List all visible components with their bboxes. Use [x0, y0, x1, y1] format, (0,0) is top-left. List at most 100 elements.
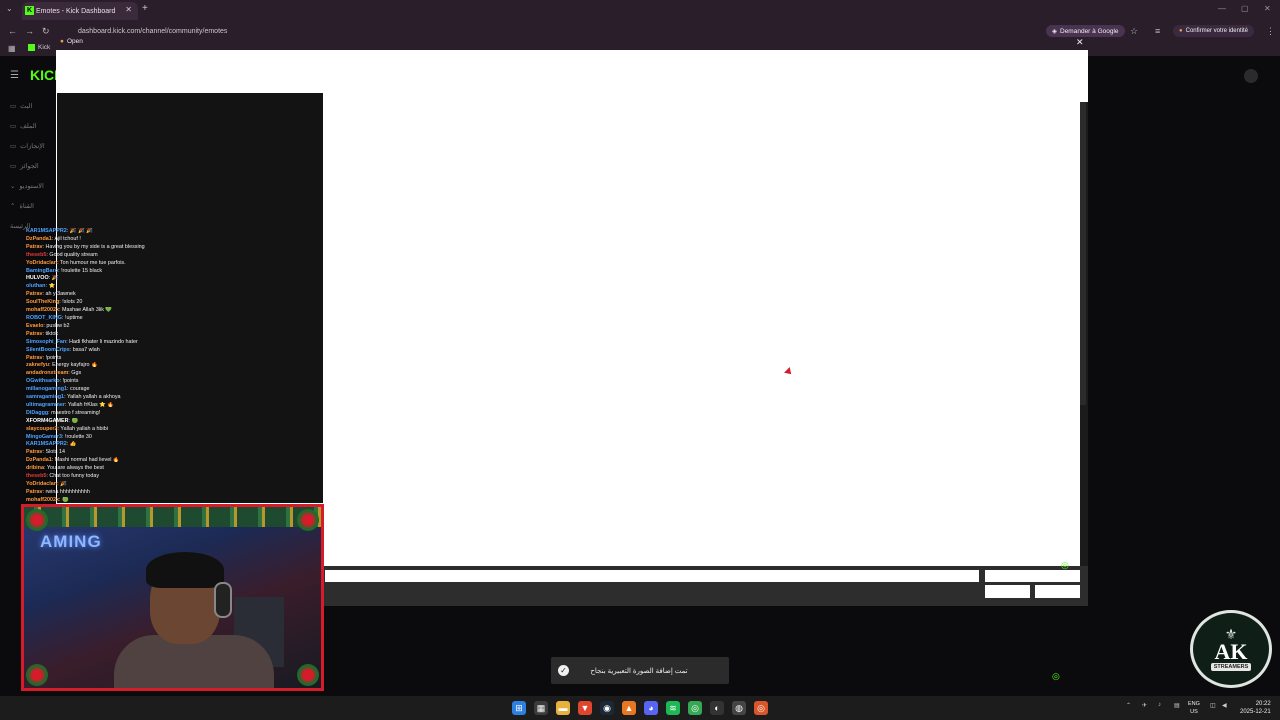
url-field[interactable]: dashboard.kick.com/channel/community/emo… [60, 23, 1140, 39]
chat-message: SilentBoomCrips: bssa7 wlah [26, 347, 326, 355]
chat-username: theseb5 [26, 473, 47, 480]
kick-bookmark-icon [28, 44, 35, 51]
sidebar-item-rewards[interactable]: ▭ الجوائز [10, 162, 39, 170]
logo-subtext: STREAMERS [1210, 663, 1252, 671]
apps-grid-icon[interactable]: ▦ [8, 44, 16, 53]
menu-dots-icon[interactable]: ⋮ [1266, 26, 1275, 37]
sidebar-item-achievements[interactable]: ▭ الإنجازات [10, 142, 45, 150]
microphone-icon[interactable]: ♪ [1158, 702, 1161, 708]
minimize-icon[interactable]: — [1218, 4, 1226, 13]
chat-username: Patrav [26, 449, 43, 456]
logo-text: AK [1214, 639, 1248, 664]
discord-icon[interactable]: ◕ [644, 701, 658, 715]
chat-username: BamingBaro [26, 267, 59, 274]
headphones [214, 582, 232, 618]
stream-chat-overlay: KAR1MSAPPR2: 🎉 🎉 🎉 DzPanda1: Ajil tchouf … [26, 228, 326, 505]
neon-sign: AMING [40, 532, 102, 551]
chat-text: 🎉 [60, 481, 67, 487]
file-explorer-icon[interactable]: ▬ [556, 701, 570, 715]
chat-username: oluthan [26, 283, 46, 290]
ask-google-label: Demander à Google [1060, 27, 1119, 35]
bookmark-kick[interactable]: Kick [28, 44, 50, 51]
chat-text: ah y 3awnek [45, 291, 76, 298]
chat-username: slaycouper2 [26, 425, 58, 432]
ak-streamers-logo: ⚜ AK STREAMERS [1190, 610, 1272, 688]
reading-list-icon[interactable]: ≡ [1155, 26, 1160, 36]
volume-icon[interactable]: ◀ [1222, 702, 1227, 709]
chat-username: Simosophi_Fan [26, 338, 67, 345]
tab-title: Emotes - Kick Dashboard [36, 7, 116, 15]
holly-decoration [26, 509, 48, 531]
system-clock[interactable]: 20:22 2025-12-21 [1240, 700, 1271, 716]
tray-app-icon[interactable]: ▤ [1174, 702, 1180, 709]
obs-icon[interactable]: ◍ [732, 701, 746, 715]
maximize-icon[interactable]: ▢ [1241, 4, 1249, 13]
chat-message: theseb5: Good quality stream [26, 252, 326, 260]
sidebar-item-profile[interactable]: ▭ الملف [10, 122, 37, 130]
dialog-scrollbar-thumb[interactable] [1080, 102, 1086, 405]
calendar-icon[interactable]: ▦ [534, 701, 548, 715]
vlc-icon[interactable]: ▲ [622, 701, 636, 715]
chat-text: Mashae Allah 3lik 💚 [61, 307, 113, 314]
chat-message: Patrav: !points [26, 355, 326, 363]
chat-message: Evaelo: pushw b2 [26, 323, 326, 331]
back-icon[interactable]: ← [8, 26, 17, 36]
cancel-button[interactable] [1035, 585, 1080, 598]
avatar[interactable] [1244, 69, 1258, 83]
tab-close-icon[interactable]: ✕ [125, 5, 132, 14]
chat-text: !points [45, 354, 62, 361]
tab-list-icon[interactable]: ⌄ [6, 4, 13, 13]
chat-message: OGwithsarko: !points [26, 378, 326, 386]
chat-message: HULVOO: 🎉 [26, 275, 326, 283]
chat-text: Hadi fkhater li mazindo hater [69, 338, 138, 345]
bookmark-star-icon[interactable]: ☆ [1130, 26, 1138, 37]
tray-chevron-up-icon[interactable]: ⌃ [1126, 702, 1131, 709]
forward-icon[interactable]: → [25, 26, 34, 36]
chat-text: Slots 14 [45, 449, 65, 456]
reload-icon[interactable]: ↻ [42, 26, 50, 37]
new-tab-icon[interactable]: + [142, 3, 148, 14]
chat-message: BamingBaro: !roulette 15 black [26, 268, 326, 276]
open-button[interactable] [985, 585, 1030, 598]
network-icon[interactable]: ◫ [1210, 702, 1216, 709]
chat-text: maestro f streaming! [51, 409, 101, 416]
chat-message: ROBOT_KING: !uptime [26, 315, 326, 323]
input-language[interactable]: ENG US [1188, 700, 1200, 716]
spotify-icon[interactable]: ≋ [666, 701, 680, 715]
hamburger-menu-icon[interactable]: ☰ [10, 70, 19, 81]
kick-emote-icon: ◎ [1052, 671, 1060, 681]
broadcast-icon: ▭ [10, 103, 17, 110]
chat-username: KAR1MSAPPR2 [26, 228, 67, 234]
chat-message: Patrav: rwina hhhhhhhhhh [26, 489, 326, 497]
tray-icon[interactable]: ✈ [1142, 702, 1147, 709]
tab-emotes[interactable]: K Emotes - Kick Dashboard ✕ [22, 2, 138, 20]
chat-username: mohaff2002x [26, 307, 59, 314]
file-type-select[interactable] [985, 570, 1080, 582]
file-name-input[interactable] [325, 570, 979, 582]
app-icon[interactable]: ◐ [710, 701, 724, 715]
brave-browser-icon[interactable]: ▼ [578, 701, 592, 715]
sidebar-item-broadcast[interactable]: ▭ البث [10, 102, 32, 110]
chat-username: zaknefyu [26, 362, 50, 369]
window-close-icon[interactable]: ✕ [1264, 4, 1271, 13]
chat-username: ROBOT_KING [26, 314, 62, 321]
windows-start-icon[interactable]: ⊞ [512, 701, 526, 715]
gift-icon: ▭ [10, 163, 17, 170]
steam-icon[interactable]: ◉ [600, 701, 614, 715]
sidebar-item-channel[interactable]: ⌃ القناة [10, 202, 34, 210]
sidebar-label: الإنجازات [20, 143, 45, 150]
chat-username: Evaelo [26, 322, 44, 329]
chat-message: dribina: You are always the best [26, 465, 326, 473]
windows-taskbar: ⊞ ▦ ▬ ▼ ◉ ▲ ◕ ≋ ◎ ◐ ◍ ◎ ⌃ ✈ ♪ ▤ ENG US ◫… [0, 696, 1280, 720]
confirm-identity-button[interactable]: ● Confirmer votre identité [1173, 25, 1254, 37]
chat-username: YoDridaclan [26, 481, 58, 487]
sidebar-item-studio[interactable]: ⌄ الاستوديو [10, 182, 44, 190]
chrome-taskbar-icon[interactable]: ◎ [688, 701, 702, 715]
chrome-active-icon[interactable]: ◎ [754, 701, 768, 715]
chevron-down-icon: ⌄ [10, 183, 16, 190]
ask-google-button[interactable]: ◈ Demander à Google [1046, 25, 1125, 37]
dialog-close-icon[interactable]: ✕ [1076, 37, 1084, 48]
sidebar-label: القناة [19, 203, 34, 210]
success-toast: ✓ تمت إضافة الصورة التعبيرية بنجاح [551, 657, 729, 684]
chat-message: MingoGamer3: !roulette 30 [26, 434, 326, 442]
